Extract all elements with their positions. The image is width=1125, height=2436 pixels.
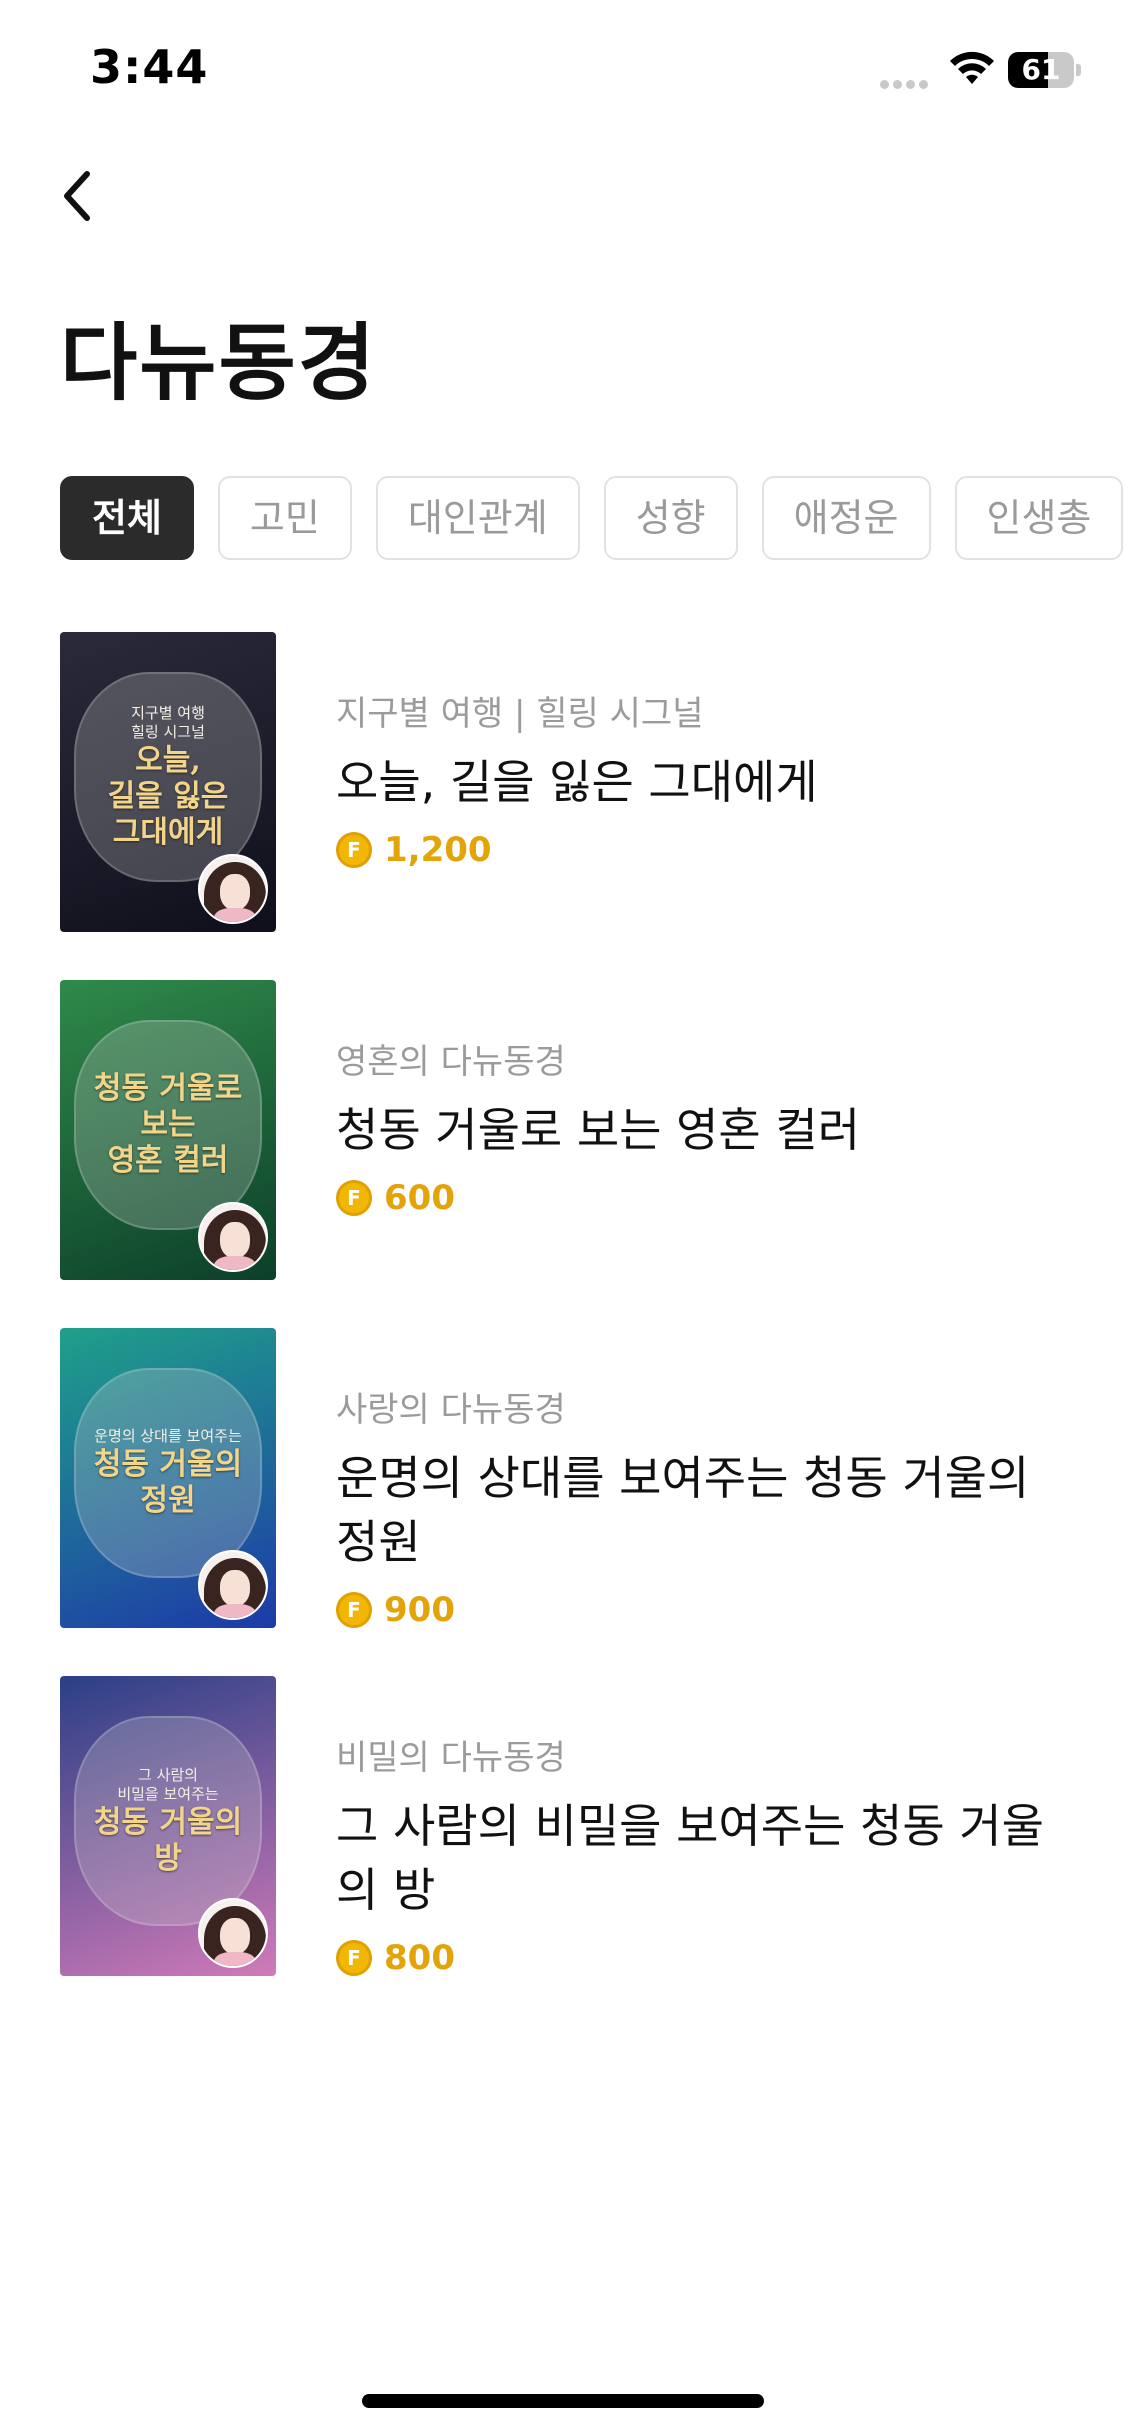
item-title: 운명의 상대를 보여주는 청동 거울의 정원 xyxy=(336,1451,1030,1569)
item-price: F 800 xyxy=(336,1936,1076,1980)
cellular-signal-icon xyxy=(880,74,936,89)
thumbnail-title: 청동 거울로 보는 영혼 컬러 xyxy=(93,1071,243,1178)
item-text: 지구별 여행 | 힐링 시그널 오늘, 길을 잃은 그대에게 F 1,200 xyxy=(336,692,1076,872)
battery-icon: 61 xyxy=(1008,52,1081,88)
item-thumbnail: 지구별 여행 힐링 시그널 오늘, 길을 잃은 그대에게 xyxy=(60,632,276,932)
list-item[interactable]: 그 사람의 비밀을 보여주는 청동 거울의 방 비밀의 다뉴동경 그 사람의 비… xyxy=(60,1676,1065,2024)
item-price: F 600 xyxy=(336,1176,1076,1220)
tab-3[interactable]: 성향 xyxy=(603,476,738,560)
item-title: 그 사람의 비밀을 보여주는 청동 거울의 방 xyxy=(336,1799,1044,1917)
character-avatar xyxy=(198,1550,268,1620)
item-text: 사랑의 다뉴동경 운명의 상대를 보여주는 청동 거울의 정원 F 900 xyxy=(336,1388,1076,1632)
coin-icon: F xyxy=(336,832,372,868)
item-price: F 900 xyxy=(336,1588,1076,1632)
tab-0[interactable]: 전체 xyxy=(60,476,194,560)
coin-icon: F xyxy=(336,1180,372,1216)
status-time: 3:44 xyxy=(90,40,209,94)
price-value: 900 xyxy=(384,1590,455,1630)
page-title: 다뉴동경 xyxy=(60,314,378,412)
item-thumbnail: 그 사람의 비밀을 보여주는 청동 거울의 방 xyxy=(60,1676,276,1976)
item-category: 영혼의 다뉴동경 xyxy=(336,1042,566,1082)
thumbnail-subtitle: 지구별 여행 힐링 시그널 xyxy=(131,703,205,742)
chevron-left-icon xyxy=(64,171,90,221)
price-value: 800 xyxy=(384,1938,455,1978)
battery-level-text: 61 xyxy=(1021,53,1061,86)
thumbnail-title: 청동 거울의 정원 xyxy=(93,1446,243,1518)
item-text: 비밀의 다뉴동경 그 사람의 비밀을 보여주는 청동 거울의 방 F 800 xyxy=(336,1736,1076,1980)
character-avatar xyxy=(198,854,268,924)
character-avatar xyxy=(198,1202,268,1272)
mirror-illustration: 운명의 상대를 보여주는 청동 거울의 정원 xyxy=(74,1368,262,1578)
coin-icon: F xyxy=(336,1940,372,1976)
list-item[interactable]: 운명의 상대를 보여주는 청동 거울의 정원 사랑의 다뉴동경 운명의 상대를 … xyxy=(60,1328,1065,1676)
item-price: F 1,200 xyxy=(336,828,1076,872)
item-category: 지구별 여행 | 힐링 시그널 xyxy=(336,694,704,734)
coin-icon: F xyxy=(336,1592,372,1628)
category-tabs: 전체 고민 대인관계 성향 애정운 인생총 xyxy=(60,476,1125,560)
thumbnail-title: 청동 거울의 방 xyxy=(93,1804,243,1876)
thumbnail-title: 오늘, 길을 잃은 그대에게 xyxy=(107,742,229,850)
item-thumbnail: 운명의 상대를 보여주는 청동 거울의 정원 xyxy=(60,1328,276,1628)
tab-4[interactable]: 애정운 xyxy=(761,476,931,560)
thumbnail-subtitle: 운명의 상대를 보여주는 xyxy=(94,1427,242,1446)
thumbnail-subtitle: 그 사람의 비밀을 보여주는 xyxy=(117,1765,219,1804)
status-bar: 3:44 61 xyxy=(0,0,1125,140)
back-button[interactable] xyxy=(46,160,106,232)
mirror-illustration: 그 사람의 비밀을 보여주는 청동 거울의 방 xyxy=(74,1716,262,1926)
list-item[interactable]: 지구별 여행 힐링 시그널 오늘, 길을 잃은 그대에게 지구별 여행 | 힐링… xyxy=(60,632,1065,980)
mirror-illustration: 지구별 여행 힐링 시그널 오늘, 길을 잃은 그대에게 xyxy=(74,672,262,882)
tab-5[interactable]: 인생총 xyxy=(954,476,1124,560)
price-value: 600 xyxy=(384,1178,455,1218)
tab-1[interactable]: 고민 xyxy=(217,476,352,560)
mirror-illustration: 청동 거울로 보는 영혼 컬러 xyxy=(74,1020,262,1230)
item-title: 오늘, 길을 잃은 그대에게 xyxy=(336,755,818,809)
item-title: 청동 거울로 보는 영혼 컬러 xyxy=(336,1103,861,1157)
item-category: 사랑의 다뉴동경 xyxy=(336,1390,566,1430)
list-item[interactable]: 청동 거울로 보는 영혼 컬러 영혼의 다뉴동경 청동 거울로 보는 영혼 컬러… xyxy=(60,980,1065,1328)
wifi-icon xyxy=(948,48,996,88)
price-value: 1,200 xyxy=(384,830,492,870)
item-category: 비밀의 다뉴동경 xyxy=(336,1738,566,1778)
content-list: 지구별 여행 힐링 시그널 오늘, 길을 잃은 그대에게 지구별 여행 | 힐링… xyxy=(60,632,1065,2024)
home-indicator[interactable] xyxy=(362,2394,764,2408)
tab-2[interactable]: 대인관계 xyxy=(375,476,580,560)
character-avatar xyxy=(198,1898,268,1968)
item-thumbnail: 청동 거울로 보는 영혼 컬러 xyxy=(60,980,276,1280)
item-text: 영혼의 다뉴동경 청동 거울로 보는 영혼 컬러 F 600 xyxy=(336,1040,1076,1220)
